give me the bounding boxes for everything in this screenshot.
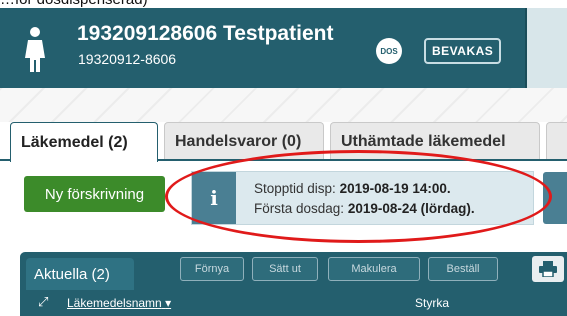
table-header: ⤢ Läkemedelsnamn ▾ Styrka [20,290,567,316]
renew-button[interactable]: Förnya [180,257,244,281]
side-action-button[interactable] [543,172,567,224]
print-button[interactable] [532,256,564,282]
print-icon [539,261,557,277]
info-line-stopptid: Stopptid disp: 2019-08-19 14:00. [254,181,451,196]
patient-header: 193209128606 Testpatient 19320912-8606 D… [0,8,567,88]
patient-female-icon [25,27,45,72]
column-lakemedelsnamn[interactable]: Läkemedelsnamn ▾ [67,296,171,310]
bevakas-badge[interactable]: BEVAKAS [424,38,502,64]
set-out-button[interactable]: Sätt ut [252,257,318,281]
tab-handelsvaror[interactable]: Handelsvaror (0) [164,122,324,160]
order-button[interactable]: Beställ [428,257,498,281]
patient-name: 193209128606 Testpatient [77,22,334,45]
tab-more[interactable] [546,122,567,160]
dosdag-label: Första dosdag: [254,201,348,216]
tab-bar: Läkemedel (2) Handelsvaror (0) Uthämtade… [0,122,567,162]
patient-personnummer: 19320912-8606 [78,51,177,67]
caret-down-icon: ▾ [165,296,172,310]
stopptid-value: 2019-08-19 14:00. [339,181,451,196]
new-prescription-button[interactable]: Ny förskrivning [24,176,165,212]
subtab-aktuella[interactable]: Aktuella (2) [26,258,134,290]
tab-lakemedel[interactable]: Läkemedel (2) [10,122,158,162]
column-styrka[interactable]: Styrka [415,296,449,310]
stopptid-label: Stopptid disp: [254,181,340,196]
column-lakemedelsnamn-label: Läkemedelsnamn [67,296,162,310]
dos-badge: DOS [376,38,402,64]
header-right-panel[interactable] [527,8,567,88]
decorative-band [0,88,567,122]
top-strip: …för dosdispenserad) [0,0,567,8]
cancel-button[interactable]: Makulera [328,257,420,281]
info-message: i Stopptid disp: 2019-08-19 14:00. Först… [191,171,534,225]
info-icon: i [192,172,236,224]
top-caption: …för dosdispenserad) [0,0,148,8]
info-line-dosdag: Första dosdag: 2019-08-24 (lördag). [254,201,475,216]
tab-uthamtade[interactable]: Uthämtade läkemedel [330,122,540,160]
expand-icon[interactable]: ⤢ [38,294,48,310]
dosdag-value: 2019-08-24 (lördag). [347,201,475,216]
